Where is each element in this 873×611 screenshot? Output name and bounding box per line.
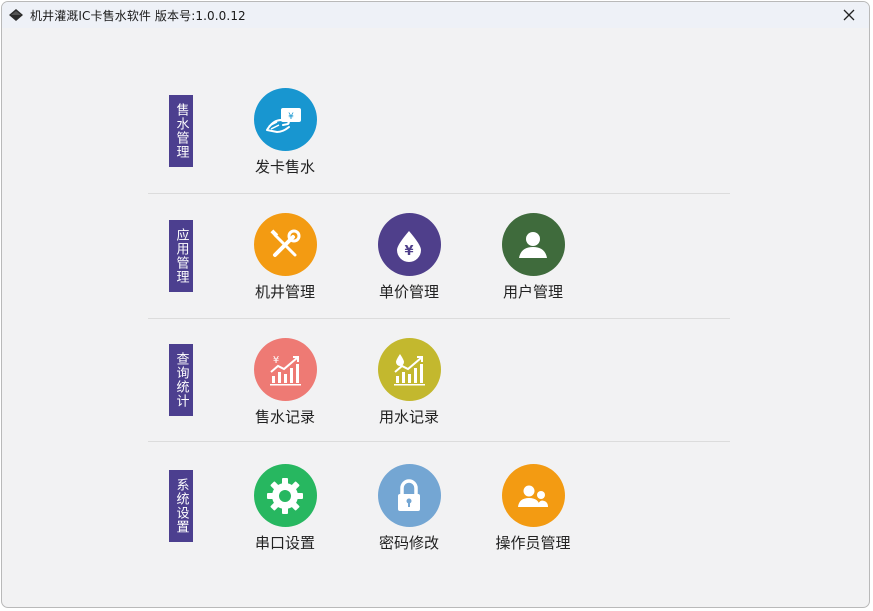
password-change-tile[interactable]: 密码修改 bbox=[359, 464, 459, 553]
sales-record-tile[interactable]: ¥ 售水记录 bbox=[235, 338, 335, 427]
well-manage-label: 机井管理 bbox=[254, 283, 315, 301]
divider bbox=[148, 318, 730, 319]
serial-settings-label: 串口设置 bbox=[254, 534, 315, 552]
divider bbox=[148, 441, 730, 442]
operators-icon bbox=[501, 464, 565, 527]
section-system: 系统设置 串口设置 密码修改 操作员管理 bbox=[148, 462, 730, 572]
window-title: 机井灌溉IC卡售水软件 版本号:1.0.0.12 bbox=[30, 9, 246, 23]
operator-manage-tile[interactable]: 操作员管理 bbox=[483, 464, 583, 553]
svg-text:¥: ¥ bbox=[404, 244, 413, 259]
section-app: 应用管理 机井管理 ¥ 单价管理 用户管理 bbox=[148, 212, 730, 320]
lock-icon bbox=[377, 464, 441, 527]
section-label-query: 查询统计 bbox=[169, 344, 193, 416]
section-label-sales: 售水管理 bbox=[169, 95, 193, 167]
section-label-app: 应用管理 bbox=[169, 220, 193, 292]
section-sales: 售水管理 ¥ 发卡售水 bbox=[148, 86, 730, 194]
title-bar: 机井灌溉IC卡售水软件 版本号:1.0.0.12 bbox=[2, 2, 869, 28]
svg-text:¥: ¥ bbox=[288, 112, 294, 122]
price-manage-tile[interactable]: ¥ 单价管理 bbox=[359, 213, 459, 302]
well-manage-tile[interactable]: 机井管理 bbox=[235, 213, 335, 302]
tools-icon bbox=[253, 213, 317, 276]
section-label-system: 系统设置 bbox=[169, 470, 193, 542]
password-change-label: 密码修改 bbox=[378, 534, 439, 552]
sales-chart-icon: ¥ bbox=[253, 338, 317, 401]
card-sell-tile[interactable]: ¥ 发卡售水 bbox=[235, 88, 335, 177]
section-query: 查询统计 ¥ 售水记录 用水记录 bbox=[148, 336, 730, 442]
water-chart-icon bbox=[377, 338, 441, 401]
sales-record-label: 售水记录 bbox=[254, 408, 315, 426]
serial-settings-tile[interactable]: 串口设置 bbox=[235, 464, 335, 553]
divider bbox=[148, 193, 730, 194]
app-window: 机井灌溉IC卡售水软件 版本号:1.0.0.12 售水管理 ¥ 发卡售水 应用管… bbox=[1, 1, 870, 608]
water-record-label: 用水记录 bbox=[378, 408, 439, 426]
svg-text:¥: ¥ bbox=[273, 355, 279, 366]
operator-manage-label: 操作员管理 bbox=[495, 534, 571, 552]
gear-icon bbox=[253, 464, 317, 527]
water-record-tile[interactable]: 用水记录 bbox=[359, 338, 459, 427]
close-icon bbox=[843, 9, 855, 21]
card-sell-label: 发卡售水 bbox=[254, 158, 315, 176]
close-button[interactable] bbox=[829, 2, 869, 28]
user-manage-tile[interactable]: 用户管理 bbox=[483, 213, 583, 302]
app-logo-icon bbox=[9, 9, 23, 21]
user-manage-label: 用户管理 bbox=[502, 283, 563, 301]
card-sell-icon: ¥ bbox=[253, 88, 317, 151]
user-icon bbox=[501, 213, 565, 276]
price-manage-label: 单价管理 bbox=[378, 283, 439, 301]
water-price-icon: ¥ bbox=[377, 213, 441, 276]
